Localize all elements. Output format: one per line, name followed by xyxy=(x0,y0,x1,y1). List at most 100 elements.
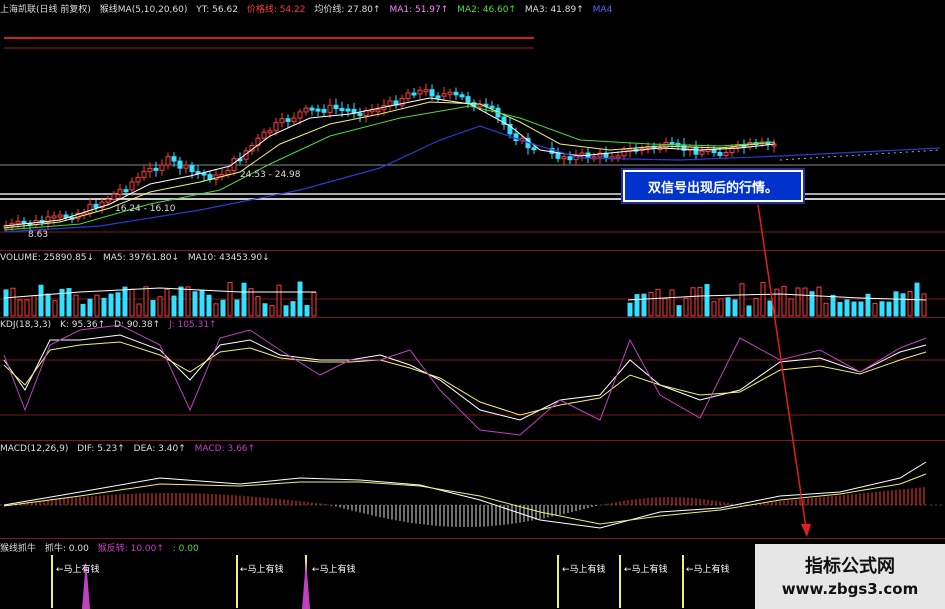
signal-label-4: ←马上有钱 xyxy=(562,565,606,575)
volume-bar xyxy=(227,282,233,317)
candle-body xyxy=(447,91,453,95)
candle-body xyxy=(429,89,435,97)
candle-body xyxy=(183,164,189,169)
volume-bar xyxy=(907,291,913,317)
callout-text: 双信号出现后的行情。 xyxy=(625,172,801,200)
volume-bar xyxy=(774,288,780,317)
signal-label-5: ←马上有钱 xyxy=(624,565,668,575)
volume-bar xyxy=(45,293,51,317)
candle-body xyxy=(159,164,165,171)
volume-bar xyxy=(3,289,9,317)
volume-bar xyxy=(746,305,752,317)
candle-body xyxy=(261,131,267,139)
volume-bar xyxy=(690,287,696,317)
kdj-lines xyxy=(3,324,927,436)
volume-bar xyxy=(185,286,191,317)
volume-bar xyxy=(872,302,878,317)
candle-body xyxy=(405,92,411,99)
volume-bar xyxy=(122,286,128,317)
volume-bar xyxy=(725,297,731,317)
volume-bar xyxy=(767,300,773,317)
volume-bar xyxy=(87,298,93,317)
candle-body xyxy=(285,118,291,122)
candle-body xyxy=(453,91,459,96)
volume-bar xyxy=(697,286,703,317)
volume-bar xyxy=(262,303,268,317)
volume-bar xyxy=(304,304,310,317)
candle-body xyxy=(303,107,309,113)
volume-bar xyxy=(248,288,254,317)
macd-histogram xyxy=(3,461,927,529)
candle-body xyxy=(459,94,465,98)
candle-body xyxy=(489,105,495,109)
candle-body xyxy=(57,214,63,218)
candle-body xyxy=(87,203,93,214)
volume-bar xyxy=(80,303,86,317)
volume-bar xyxy=(816,286,822,317)
candle-body xyxy=(435,95,441,99)
volume-bar xyxy=(94,294,100,317)
volume-bar xyxy=(641,293,647,317)
candle-body xyxy=(279,118,285,124)
volume-bar xyxy=(718,298,724,317)
volume-bar xyxy=(213,303,219,317)
candle-body xyxy=(345,108,351,112)
candle-body xyxy=(723,151,729,156)
candle-body xyxy=(135,176,141,183)
volume-bar xyxy=(802,287,808,317)
volume-bar xyxy=(648,291,654,317)
candle-body xyxy=(165,156,171,166)
volume-bar xyxy=(199,290,205,317)
stock-chart-canvas[interactable] xyxy=(0,0,945,609)
volume-bar xyxy=(290,301,296,317)
candle-body xyxy=(117,189,123,195)
volume-bar xyxy=(129,288,135,317)
candle-body xyxy=(63,214,69,218)
volume-bar xyxy=(311,291,317,317)
price-annotation-low2: 8.63 xyxy=(28,230,49,240)
volume-bar xyxy=(669,289,675,317)
volume-bar xyxy=(38,284,44,317)
volume-bar xyxy=(711,301,717,317)
volume-bar xyxy=(206,294,212,317)
candle-body xyxy=(615,155,621,159)
candle-body xyxy=(417,89,423,95)
volume-bar xyxy=(297,281,303,317)
volume-bar xyxy=(732,299,738,317)
volume-bar xyxy=(704,284,710,317)
volume-bar xyxy=(269,305,275,317)
price-annotation-low1: 16.24 - 16.10 xyxy=(115,204,176,214)
candle-body xyxy=(201,172,207,176)
candle-body xyxy=(177,160,183,169)
volume-bar xyxy=(865,293,871,317)
volume-bar xyxy=(900,293,906,317)
callout-arrow-head xyxy=(801,524,811,537)
volume-bar xyxy=(837,301,843,317)
watermark: 指标公式网 www.zbgs3.com xyxy=(755,544,945,609)
kdj-j-line xyxy=(3,324,927,436)
candle-body xyxy=(51,215,57,219)
volume-bar xyxy=(234,299,240,317)
candle-body xyxy=(297,111,303,119)
watermark-title: 指标公式网 xyxy=(805,556,895,577)
callout-box: 双信号出现后的行情。 xyxy=(621,168,805,204)
candle-body xyxy=(411,92,417,96)
volume-bar xyxy=(17,299,23,317)
volume-bar xyxy=(143,286,149,317)
volume-bar xyxy=(178,286,184,317)
volume-bar xyxy=(255,295,261,317)
volume-bar xyxy=(795,287,801,317)
candle-body xyxy=(699,150,705,155)
candle-body xyxy=(321,108,327,113)
volume-bar xyxy=(830,294,836,317)
volume-bar xyxy=(844,299,850,317)
volume-bar xyxy=(101,297,107,317)
candle-body xyxy=(579,152,585,156)
candle-body xyxy=(123,189,129,193)
candle-body xyxy=(111,193,117,200)
signal-label-1: ←马上有钱 xyxy=(56,565,100,575)
candle-body xyxy=(375,109,381,113)
volume-bar xyxy=(886,301,892,317)
volume-bar xyxy=(676,305,682,317)
candle-body xyxy=(717,152,723,156)
